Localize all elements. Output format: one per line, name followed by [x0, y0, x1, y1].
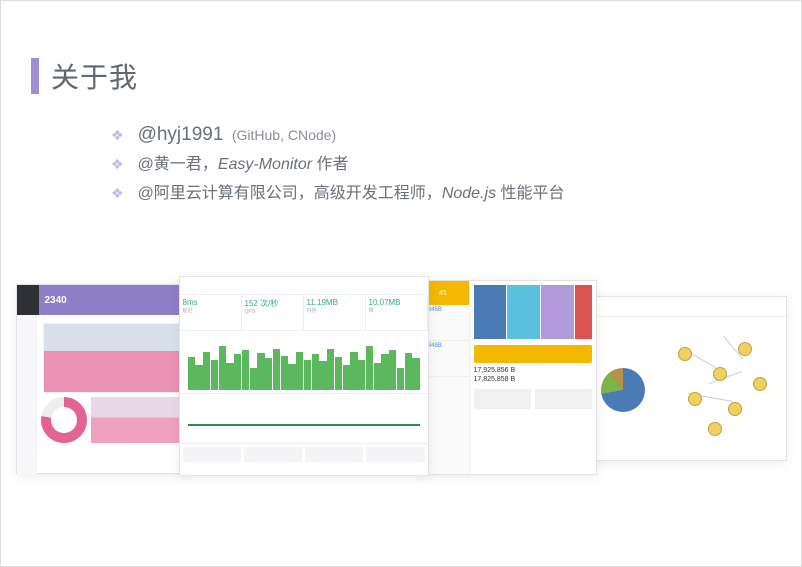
bullet-handle: @hyj1991: [138, 124, 224, 145]
graph-node: [728, 402, 742, 416]
stat-label: QPS: [245, 309, 300, 315]
s1-header: 2340: [17, 285, 190, 315]
graph-node: [708, 422, 722, 436]
s4-pie-panel: [588, 317, 658, 462]
s3-highlight-chip: [474, 345, 592, 363]
bullet-diamond-icon: ❖: [111, 182, 124, 204]
s2-bar-chart: [180, 331, 428, 393]
stat-value: 11.19MB: [307, 298, 362, 307]
bullet-item: ❖ @阿里云计算有限公司，高级开发工程师，Node.js 性能平台: [111, 179, 771, 204]
s1-sidebar: [17, 315, 37, 475]
stat-value: 152 次/秒: [245, 298, 300, 309]
s3-big-number: 17,825,858 B: [474, 376, 592, 383]
graph-node: [713, 367, 727, 381]
graph-node: [738, 342, 752, 356]
s3-treemap: [474, 285, 592, 339]
stat-value: 10.07MB: [369, 298, 424, 307]
bullet-diamond-icon: ❖: [111, 124, 124, 146]
s3-bottom-bars: [474, 389, 592, 409]
slide-title: 关于我: [51, 56, 138, 96]
bullet-diamond-icon: ❖: [111, 153, 124, 175]
s2-stats-row: 8ms延迟 152 次/秒QPS 11.19MB内存 10.07MB堆: [180, 295, 428, 331]
bullet-italic: Easy-Monitor: [218, 156, 312, 173]
bullet-text: @阿里云计算有限公司，高级开发工程师，: [138, 185, 442, 202]
bullet-list: ❖ @hyj1991 (GitHub, CNode) ❖ @黄一君，Easy-M…: [31, 124, 771, 204]
title-accent-bar: [31, 58, 39, 94]
stat-label: 内存: [307, 307, 362, 314]
screenshot-dashboard-2: 8ms延迟 152 次/秒QPS 11.19MB内存 10.07MB堆: [179, 276, 429, 476]
screenshot-dashboard-1: 2340: [16, 284, 191, 474]
stat-value: 8ms: [183, 298, 238, 307]
s4-header: [588, 297, 786, 317]
s4-network-graph: [658, 317, 786, 462]
bullet-text: @黄一君，: [138, 156, 218, 173]
s4-pie-chart: [601, 368, 645, 412]
graph-node: [753, 377, 767, 391]
stat-label: 延迟: [183, 307, 238, 314]
bullet-item: ❖ @hyj1991 (GitHub, CNode): [111, 124, 771, 146]
s1-area-chart: [43, 323, 184, 393]
graph-node: [678, 347, 692, 361]
stat-label: 堆: [369, 307, 424, 314]
s3-big-number: 17,925,856 B: [474, 367, 592, 374]
bullet-note: (GitHub, CNode): [232, 127, 336, 143]
bullet-item: ❖ @黄一君，Easy-Monitor 作者: [111, 150, 771, 175]
screenshot-row: 2340 8ms延迟 152 次/秒QPS 11.19MB内存 10.07MB堆: [1, 276, 801, 476]
s1-donut-chart: [41, 397, 87, 443]
bullet-text: 作者: [312, 156, 348, 173]
screenshot-dashboard-4: [587, 296, 787, 461]
s1-logo-block: [17, 285, 39, 315]
s1-stacked-chart: [91, 397, 186, 443]
s2-header: [180, 277, 428, 295]
graph-node: [688, 392, 702, 406]
title-row: 关于我: [31, 56, 771, 96]
s2-line-chart: [180, 393, 428, 443]
bullet-text: 性能平台: [496, 185, 564, 202]
s1-header-number: 2340: [45, 295, 67, 306]
bullet-italic: Node.js: [442, 185, 496, 202]
slide-body: 关于我 ❖ @hyj1991 (GitHub, CNode) ❖ @黄一君，Ea…: [1, 1, 801, 204]
s2-spark-bars: [184, 335, 424, 390]
s2-mini-charts: [180, 443, 428, 465]
screenshot-dashboard-3: #1 48,848B 48,848B 17,925,856 B 17,825,8…: [417, 280, 597, 475]
